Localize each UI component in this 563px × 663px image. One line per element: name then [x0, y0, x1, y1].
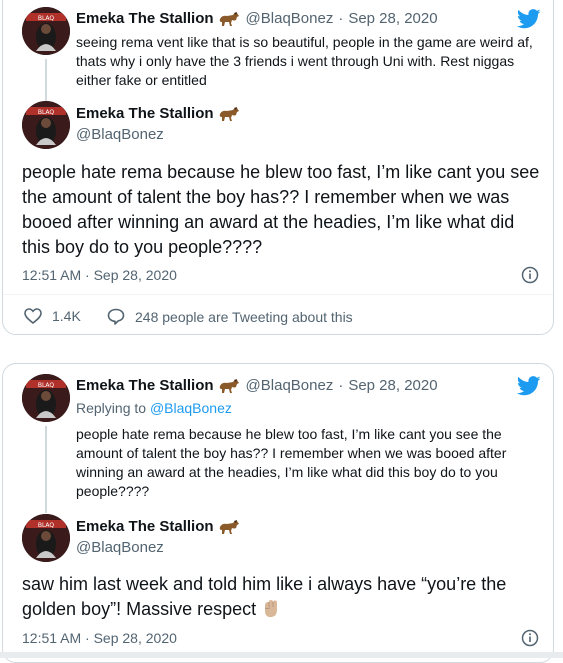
tweet-text: people hate rema because he blew too fas… — [22, 162, 540, 257]
horse-emoji-icon — [218, 519, 240, 535]
tweet-header: Emeka The Stallion @BlaqBonez · Sep 28, … — [76, 10, 438, 27]
thread-line — [45, 426, 47, 513]
heart-icon — [24, 308, 42, 324]
tweet-card-2: BLAQ Emeka The Stallion @BlaqBonez · Sep… — [2, 363, 554, 663]
tweet-timestamp[interactable]: 12:51 AM · Sep 28, 2020 — [22, 630, 177, 646]
horse-emoji-icon — [218, 106, 240, 122]
avatar[interactable]: BLAQ — [22, 101, 70, 149]
replying-prefix: Replying to — [76, 400, 147, 416]
svg-text:BLAQ: BLAQ — [38, 109, 55, 116]
tweet-text: saw him last week and told him like i al… — [22, 572, 547, 622]
twitter-bird-icon[interactable] — [517, 376, 541, 396]
svg-text:BLAQ: BLAQ — [38, 15, 55, 22]
author-handle[interactable]: @BlaqBonez — [246, 377, 334, 394]
author-handle[interactable]: @BlaqBonez — [76, 539, 164, 556]
tweet-header: Emeka The Stallion @BlaqBonez · Sep 28, … — [76, 377, 438, 394]
tweet-date[interactable]: Sep 28, 2020 — [348, 10, 437, 27]
tweeting-count-text: 248 people are Tweeting about this — [135, 308, 353, 325]
raised-fist-emoji-icon — [264, 600, 278, 617]
thread-line — [45, 59, 47, 101]
tweet-header: Emeka The Stallion — [76, 518, 240, 535]
tweet-header: Emeka The Stallion — [76, 105, 240, 122]
speech-bubble-icon — [107, 308, 125, 325]
tweet-date[interactable]: Sep 28, 2020 — [348, 377, 437, 394]
author-name[interactable]: Emeka The Stallion — [76, 518, 214, 535]
info-icon[interactable] — [521, 629, 539, 647]
tweet-text: seeing rema vent like that is so beautif… — [76, 34, 533, 88]
author-handle[interactable]: @BlaqBonez — [246, 10, 334, 27]
author-name[interactable]: Emeka The Stallion — [76, 377, 214, 394]
tweet-text: people hate rema because he blew too fas… — [76, 426, 507, 499]
horse-emoji-icon — [218, 11, 240, 27]
like-count: 1.4K — [52, 308, 81, 324]
replying-to: Replying to @BlaqBonez — [76, 400, 232, 416]
replying-handle-link[interactable]: @BlaqBonez — [150, 400, 232, 416]
tweet-card-1: BLAQ Emeka The Stallion @BlaqBonez · Sep… — [2, 0, 554, 335]
like-button[interactable]: 1.4K — [24, 308, 81, 324]
author-name[interactable]: Emeka The Stallion — [76, 105, 214, 122]
avatar[interactable]: BLAQ — [22, 7, 70, 55]
twitter-bird-icon[interactable] — [517, 9, 541, 29]
divider — [3, 294, 553, 295]
avatar[interactable]: BLAQ — [22, 514, 70, 562]
bottom-edge — [0, 652, 563, 658]
horse-emoji-icon — [218, 378, 240, 394]
author-handle[interactable]: @BlaqBonez — [76, 126, 164, 143]
tweet-timestamp[interactable]: 12:51 AM · Sep 28, 2020 — [22, 267, 177, 283]
tweeting-about-link[interactable]: 248 people are Tweeting about this — [107, 308, 353, 325]
svg-text:BLAQ: BLAQ — [38, 522, 55, 529]
info-icon[interactable] — [521, 266, 539, 284]
svg-text:BLAQ: BLAQ — [38, 382, 55, 389]
author-name[interactable]: Emeka The Stallion — [76, 10, 214, 27]
avatar[interactable]: BLAQ — [22, 374, 70, 422]
